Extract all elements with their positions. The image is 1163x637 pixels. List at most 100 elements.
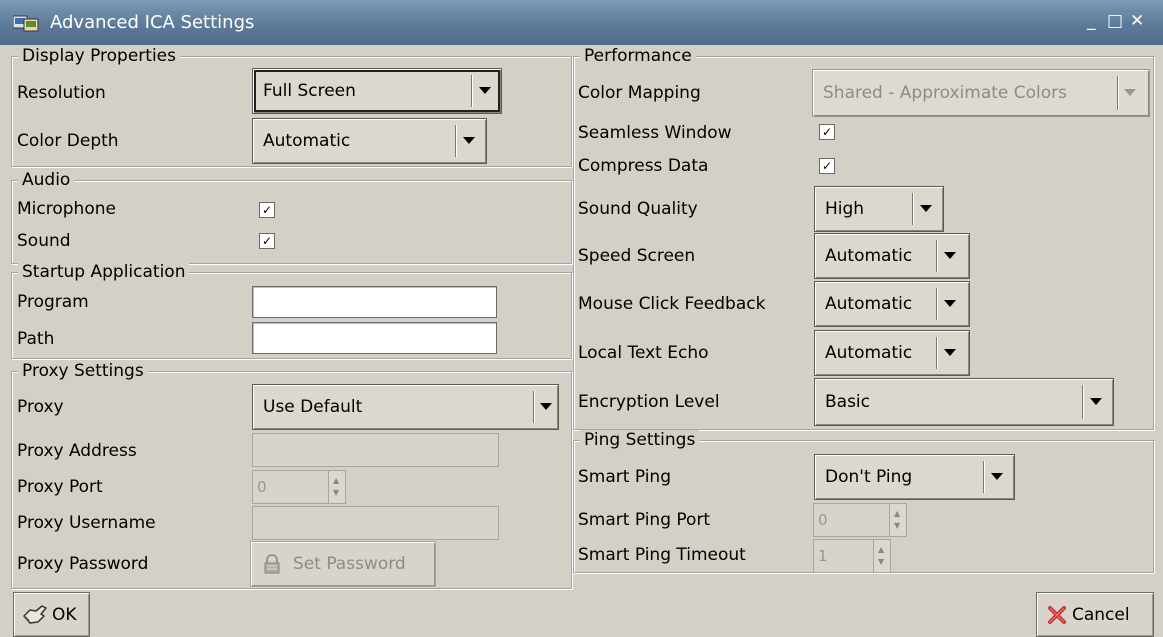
spinner-up-icon: ▲ <box>333 476 340 485</box>
dropdown-arrow-icon <box>944 252 956 259</box>
proxy-port-spinner[interactable]: 0 ▲ ▼ <box>252 470 346 504</box>
dropdown-arrow-icon <box>991 473 1003 480</box>
app-icon <box>13 15 39 32</box>
set-password-button[interactable]: Set Password <box>250 541 436 587</box>
encryption-level-label: Encryption Level <box>578 392 720 412</box>
resolution-value: Full Screen <box>263 81 356 101</box>
spinner-up-icon: ▲ <box>878 545 885 554</box>
proxy-port-label: Proxy Port <box>17 477 103 497</box>
checkmark-icon: ✓ <box>261 234 273 248</box>
display-properties-legend: Display Properties <box>18 46 180 66</box>
dropdown-arrow-icon <box>1090 398 1102 405</box>
set-password-label: Set Password <box>293 554 406 574</box>
spinner-down-icon: ▼ <box>894 521 901 530</box>
smart-ping-timeout-spinner[interactable]: 1 ▲ ▼ <box>813 539 891 573</box>
microphone-label: Microphone <box>17 199 116 219</box>
sound-label: Sound <box>17 231 71 251</box>
combo-separator <box>1117 76 1118 110</box>
lock-icon <box>264 554 280 574</box>
cancel-x-icon <box>1048 606 1066 624</box>
color-mapping-label: Color Mapping <box>578 83 701 103</box>
color-mapping-value: Shared - Approximate Colors <box>823 83 1068 103</box>
color-depth-value: Automatic <box>263 131 351 151</box>
resolution-label: Resolution <box>17 83 106 103</box>
cancel-label: Cancel <box>1072 604 1130 625</box>
title-bar: Advanced ICA Settings _ □ ✕ <box>0 0 1163 45</box>
dropdown-arrow-icon <box>1124 89 1136 96</box>
startup-application-legend: Startup Application <box>18 262 190 282</box>
dropdown-arrow-icon <box>479 87 491 94</box>
program-label: Program <box>17 292 89 312</box>
smart-ping-dropdown[interactable]: Don't Ping <box>814 454 1015 500</box>
checkmark-icon: ✓ <box>821 125 833 139</box>
proxy-password-label: Proxy Password <box>17 554 149 574</box>
close-icon[interactable]: ✕ <box>1130 10 1144 32</box>
maximize-icon[interactable]: □ <box>1107 10 1123 32</box>
path-input[interactable] <box>252 322 497 354</box>
seamless-window-label: Seamless Window <box>578 123 732 143</box>
audio-legend: Audio <box>18 170 75 190</box>
color-depth-label: Color Depth <box>17 131 119 151</box>
mouse-click-feedback-dropdown[interactable]: Automatic <box>814 281 970 327</box>
spinner-buttons[interactable]: ▲ ▼ <box>328 471 345 503</box>
resolution-dropdown[interactable]: Full Screen <box>252 68 502 114</box>
dropdown-arrow-icon <box>920 205 932 212</box>
speed-screen-label: Speed Screen <box>578 246 696 266</box>
seamless-window-checkbox[interactable]: ✓ <box>819 124 835 140</box>
combo-separator <box>936 288 937 320</box>
combo-separator <box>912 193 913 225</box>
spinner-up-icon: ▲ <box>894 509 901 518</box>
proxy-settings-legend: Proxy Settings <box>18 361 148 381</box>
microphone-checkbox[interactable]: ✓ <box>259 202 275 218</box>
proxy-dropdown[interactable]: Use Default <box>252 384 559 430</box>
dropdown-arrow-icon <box>944 349 956 356</box>
ok-button[interactable]: OK <box>13 592 90 637</box>
proxy-username-input[interactable] <box>252 506 499 540</box>
local-text-echo-label: Local Text Echo <box>578 343 709 363</box>
minimize-icon[interactable]: _ <box>1087 10 1096 32</box>
checkmark-icon: ✓ <box>261 203 273 217</box>
compress-data-label: Compress Data <box>578 156 709 176</box>
combo-separator <box>936 337 937 369</box>
sound-quality-label: Sound Quality <box>578 199 698 219</box>
mouse-click-feedback-value: Automatic <box>825 294 913 314</box>
spinner-down-icon: ▼ <box>878 557 885 566</box>
checkmark-icon: ✓ <box>821 159 833 173</box>
sound-quality-value: High <box>825 199 865 219</box>
mouse-click-feedback-label: Mouse Click Feedback <box>578 294 766 314</box>
combo-separator <box>455 125 456 157</box>
smart-ping-value: Don't Ping <box>825 467 913 487</box>
local-text-echo-dropdown[interactable]: Automatic <box>814 330 970 376</box>
local-text-echo-value: Automatic <box>825 343 913 363</box>
proxy-label: Proxy <box>17 397 64 417</box>
smart-ping-port-spinner[interactable]: 0 ▲ ▼ <box>813 503 907 537</box>
combo-separator <box>533 391 534 423</box>
color-depth-dropdown[interactable]: Automatic <box>252 118 487 164</box>
compress-data-checkbox[interactable]: ✓ <box>819 158 835 174</box>
color-mapping-dropdown[interactable]: Shared - Approximate Colors <box>812 69 1150 117</box>
encryption-level-value: Basic <box>825 392 871 412</box>
spinner-buttons[interactable]: ▲ ▼ <box>873 540 890 572</box>
ping-settings-legend: Ping Settings <box>580 430 700 450</box>
encryption-level-dropdown[interactable]: Basic <box>814 378 1114 426</box>
spinner-buttons[interactable]: ▲ ▼ <box>889 504 906 536</box>
smart-ping-timeout-label: Smart Ping Timeout <box>578 545 746 565</box>
ok-label: OK <box>52 604 77 625</box>
spinner-down-icon: ▼ <box>333 488 340 497</box>
smart-ping-label: Smart Ping <box>578 467 671 487</box>
program-input[interactable] <box>252 286 497 318</box>
speed-screen-value: Automatic <box>825 246 913 266</box>
sound-checkbox[interactable]: ✓ <box>259 233 275 249</box>
ok-hand-icon <box>23 605 47 624</box>
proxy-address-input[interactable] <box>252 433 499 467</box>
proxy-address-label: Proxy Address <box>17 441 137 461</box>
speed-screen-dropdown[interactable]: Automatic <box>814 233 970 279</box>
dropdown-arrow-icon <box>944 300 956 307</box>
proxy-value: Use Default <box>263 397 363 417</box>
window-title: Advanced ICA Settings <box>50 12 255 33</box>
sound-quality-dropdown[interactable]: High <box>814 186 944 232</box>
smart-ping-port-label: Smart Ping Port <box>578 510 711 530</box>
cancel-button[interactable]: Cancel <box>1036 592 1154 637</box>
performance-legend: Performance <box>580 46 696 66</box>
path-label: Path <box>17 329 55 349</box>
